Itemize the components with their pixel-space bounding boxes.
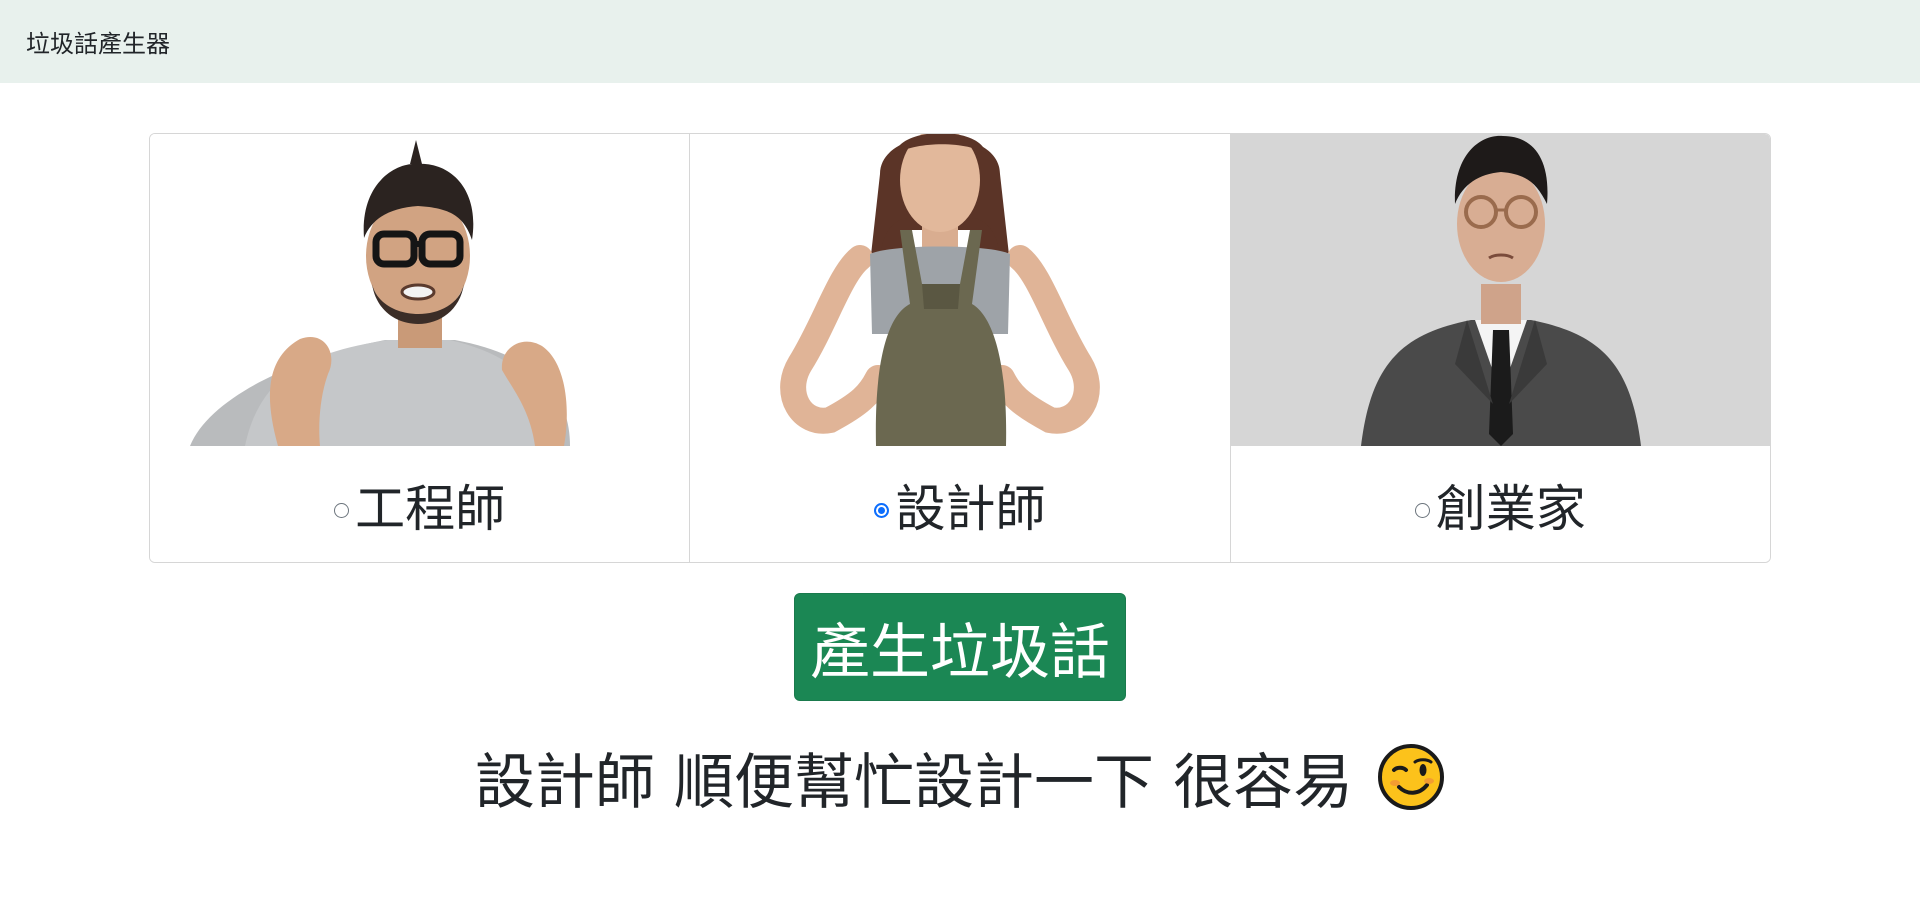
navbar-brand[interactable]: 垃圾話產生器: [26, 24, 170, 59]
role-option-engineer[interactable]: 工程師: [150, 446, 689, 562]
role-card-engineer[interactable]: 工程師: [150, 134, 691, 562]
radio-engineer[interactable]: [334, 503, 350, 518]
role-label-designer: 設計師: [895, 479, 1046, 538]
entrepreneur-portrait-image: [1230, 134, 1770, 446]
navbar: 垃圾話產生器: [0, 0, 1920, 83]
winking-face-icon: [1378, 744, 1445, 810]
radio-designer[interactable]: [874, 503, 890, 518]
role-card-entrepreneur[interactable]: 創業家: [1230, 134, 1770, 562]
role-card-group: 工程師 設計師 創業家: [149, 133, 1771, 563]
role-card-designer[interactable]: 設計師: [690, 134, 1231, 562]
designer-portrait-image: [690, 134, 1230, 446]
role-option-designer[interactable]: 設計師: [690, 446, 1229, 562]
role-label-engineer: 工程師: [355, 479, 506, 538]
generate-trash-talk-button[interactable]: 產生垃圾話: [794, 593, 1126, 701]
role-label-entrepreneur: 創業家: [1435, 479, 1586, 538]
role-option-entrepreneur[interactable]: 創業家: [1231, 446, 1770, 562]
engineer-portrait-image: [150, 134, 690, 446]
result-text: 設計師 順便幫忙設計一下 很容易: [474, 747, 1354, 818]
result-output: 設計師 順便幫忙設計一下 很容易: [0, 737, 1920, 818]
radio-entrepreneur[interactable]: [1414, 503, 1430, 518]
